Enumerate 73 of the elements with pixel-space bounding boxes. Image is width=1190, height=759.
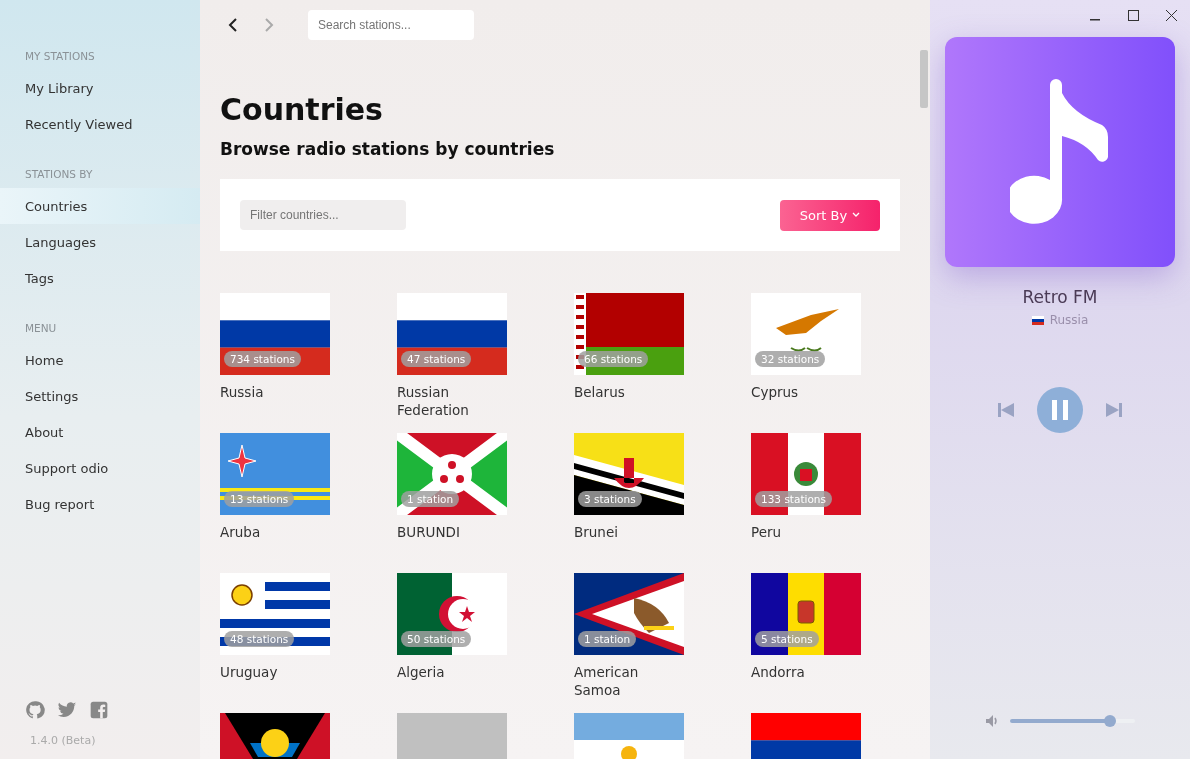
country-name[interactable]: BURUNDI — [397, 523, 507, 559]
scrollbar-thumb[interactable] — [920, 50, 928, 108]
search-field[interactable]: Search stations... — [308, 10, 474, 40]
flag-drawing[interactable] — [397, 573, 507, 655]
country-name[interactable]: Belarus — [574, 383, 684, 419]
sidebar-item[interactable]: My Library — [0, 70, 200, 106]
station-count: 734 stations — [224, 351, 301, 367]
country-name[interactable]: Peru — [751, 523, 861, 559]
minimize-icon — [1090, 18, 1100, 21]
chevron-right-icon — [264, 17, 274, 33]
country-name[interactable]: Algeria — [397, 663, 507, 699]
sidebar-item[interactable]: Tags — [0, 260, 200, 296]
flag-icon — [1031, 315, 1044, 325]
station-count: 32 stations — [755, 351, 826, 367]
filter-field[interactable]: Filter countries... — [240, 200, 406, 230]
station-count: 133 stations — [755, 491, 832, 507]
station-count: 47 stations — [401, 351, 472, 367]
station-name: Retro FM — [1022, 287, 1098, 307]
country-name[interactable]: Cyprus — [751, 383, 861, 419]
flag-drawing[interactable] — [751, 573, 861, 655]
pause-icon — [1051, 400, 1069, 420]
sidebar-item[interactable]: Countries — [0, 188, 200, 224]
pause-button[interactable] — [1037, 387, 1083, 433]
skip-forward-icon — [1105, 402, 1123, 418]
station-count: 1 station — [401, 491, 460, 507]
sidebar-item[interactable]: Home — [0, 342, 200, 378]
section-heading: MENU — [24, 321, 58, 336]
country-name[interactable]: Russia — [220, 383, 330, 419]
flag-drawing[interactable] — [220, 293, 330, 375]
previous-button[interactable] — [997, 402, 1015, 418]
section-heading: MY STATIONS — [24, 49, 96, 64]
volume-icon[interactable] — [985, 715, 1000, 727]
station-count: 50 stations — [401, 631, 472, 647]
caret-icon — [852, 212, 861, 218]
page-title: Countries — [220, 92, 384, 127]
maximize-icon — [1127, 9, 1139, 21]
country-name[interactable]: Brunei — [574, 523, 684, 559]
volume-thumb[interactable] — [1103, 715, 1116, 727]
version-label: 1.4.0 (Beta) — [29, 733, 97, 749]
sidebar-item[interactable]: Languages — [0, 224, 200, 260]
station-count: 1 station — [578, 631, 637, 647]
page-subtitle: Browse radio stations by countries — [220, 139, 556, 159]
station-country: Russia — [1049, 313, 1089, 327]
country-name[interactable]: Aruba — [220, 523, 330, 559]
flag-drawing[interactable] — [574, 573, 684, 655]
station-count: 13 stations — [224, 491, 295, 507]
music-note-icon — [1010, 77, 1110, 227]
station-count: 3 stations — [578, 491, 642, 507]
sidebar-item[interactable]: About — [0, 414, 200, 450]
flag-drawing[interactable] — [397, 293, 507, 375]
flag-drawing[interactable] — [574, 293, 684, 375]
sidebar-item[interactable]: Bug report — [0, 486, 200, 522]
station-count: 48 stations — [224, 631, 295, 647]
chevron-left-icon — [228, 17, 238, 33]
sort-button[interactable]: Sort By — [780, 199, 880, 231]
sidebar-item[interactable]: Support odio — [0, 450, 200, 486]
country-name[interactable]: Russian Federation — [397, 383, 507, 419]
country-name[interactable]: American Samoa — [574, 663, 684, 699]
section-heading: STATIONS BY — [24, 167, 94, 182]
sidebar-item[interactable]: Settings — [0, 378, 200, 414]
country-name[interactable]: Uruguay — [220, 663, 330, 699]
station-count: 66 stations — [578, 351, 649, 367]
skip-back-icon — [997, 402, 1015, 418]
facebook-icon[interactable] — [89, 700, 109, 720]
sidebar-item[interactable]: Recently Viewed — [0, 106, 200, 142]
flag-drawing[interactable] — [220, 573, 330, 655]
flag-drawing[interactable] — [574, 433, 684, 515]
country-name[interactable]: Andorra — [751, 663, 861, 699]
bird-icon[interactable] — [57, 700, 77, 720]
github-icon[interactable] — [25, 700, 45, 720]
station-count: 5 stations — [755, 631, 819, 647]
next-button[interactable] — [1105, 402, 1123, 418]
close-icon — [1165, 9, 1177, 21]
